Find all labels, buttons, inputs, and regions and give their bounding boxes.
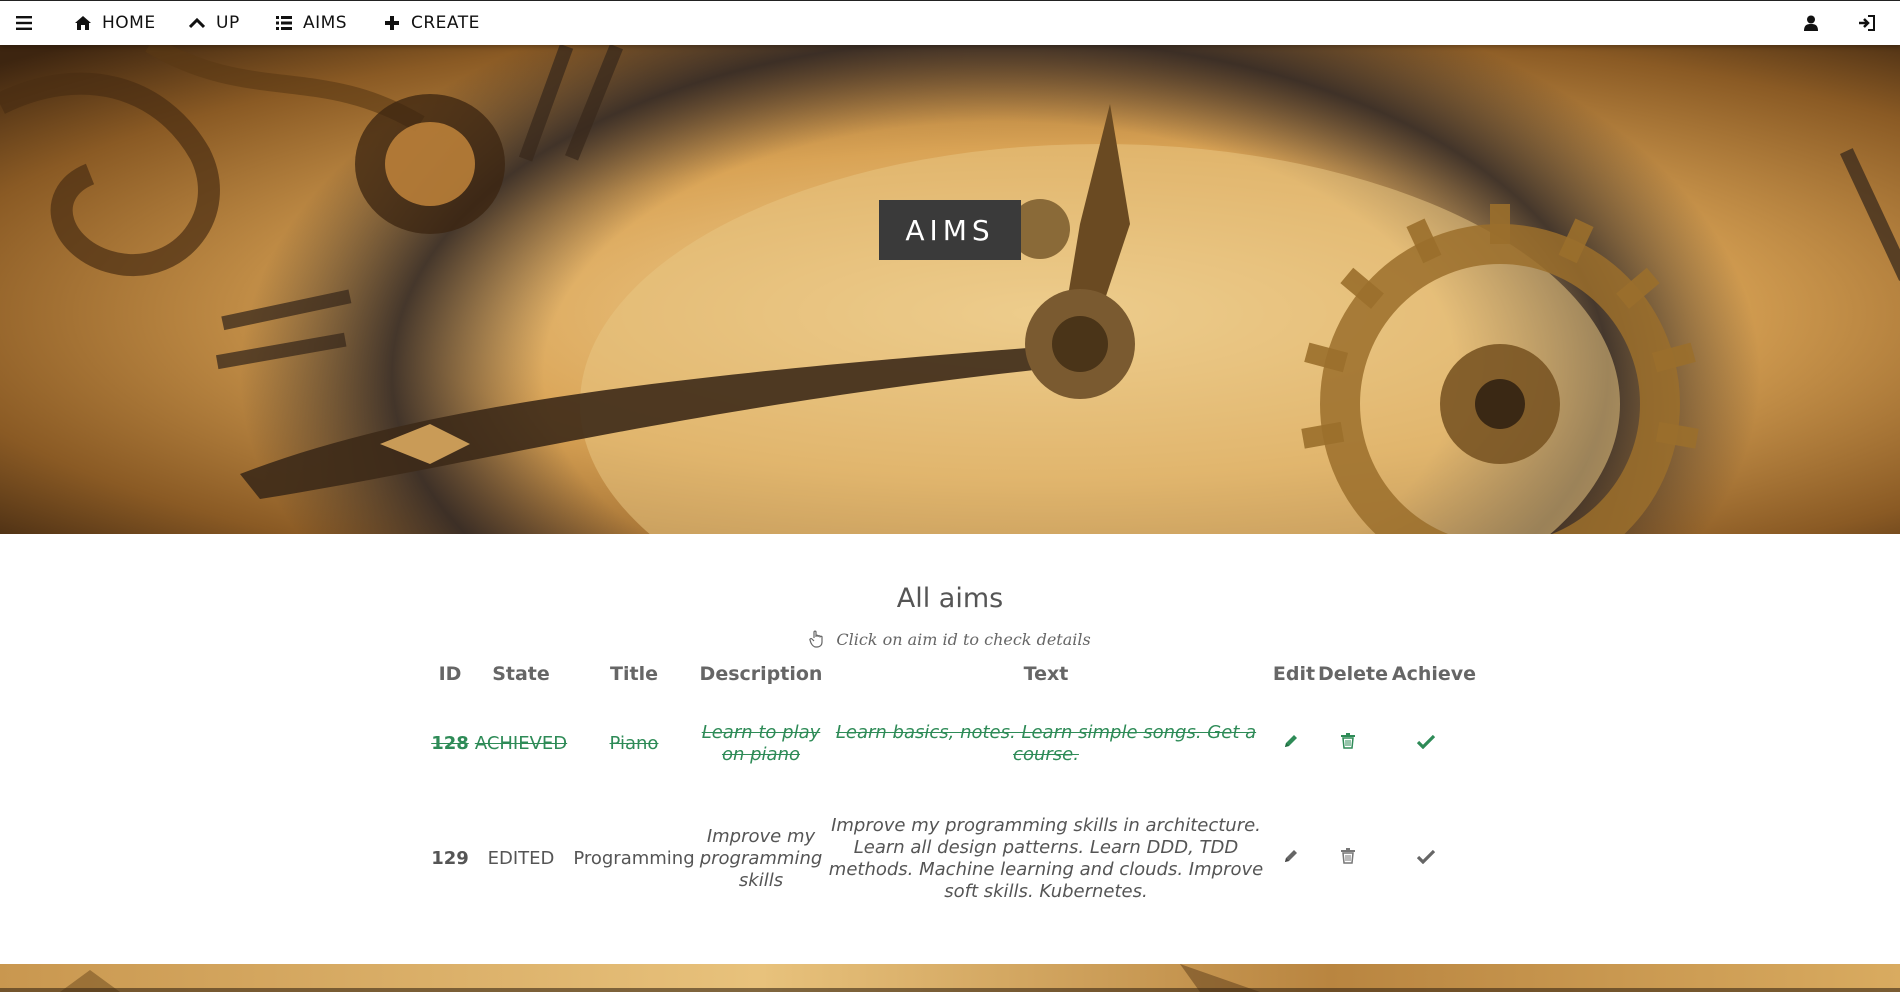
list-icon (275, 14, 293, 32)
text-line: soft skills. Kubernetes. (944, 881, 1148, 902)
trash-icon (1341, 733, 1355, 755)
description-line: on piano (721, 744, 801, 765)
delete-button[interactable] (1337, 732, 1359, 756)
page-heading: All aims (896, 583, 1004, 614)
text-line: Learn all design patterns. Learn DDD, TD… (853, 837, 1239, 858)
description-line: Improve my (706, 826, 816, 847)
nav-aims-label: AIMS (303, 13, 348, 33)
aim-id-link[interactable]: 128 (427, 730, 473, 758)
check-icon (1416, 733, 1436, 755)
column-header-description: Description (699, 663, 823, 685)
hint-text: Click on aim id to check details (0, 630, 1900, 652)
nav-create-link[interactable]: CREATE (383, 1, 480, 45)
column-header-text: Text (1023, 663, 1069, 685)
trash-icon (1341, 848, 1355, 870)
description-line: Learn to play (701, 722, 821, 743)
hint-label: Click on aim id to check details (836, 630, 1091, 649)
column-header-state: State (492, 663, 550, 685)
aim-state: EDITED (487, 848, 555, 869)
check-icon (1416, 848, 1436, 870)
column-header-achieve: Achieve (1391, 663, 1477, 685)
description-line: skills (738, 870, 784, 891)
clockwork-background-image (0, 44, 1900, 534)
text-line: Improve my programming skills in archite… (831, 815, 1261, 836)
pencil-icon (1283, 733, 1299, 755)
nav-up-link[interactable]: UP (188, 1, 240, 45)
text-line: methods. Machine learning and clouds. Im… (828, 859, 1264, 880)
edit-button[interactable] (1280, 847, 1302, 871)
user-icon (1804, 15, 1818, 31)
top-navbar: HOME UP AIMS CREATE (0, 0, 1900, 45)
aim-title: Piano (609, 733, 659, 754)
hero-banner: AIMS (0, 44, 1900, 534)
edit-button[interactable] (1280, 732, 1302, 756)
achieve-button[interactable] (1414, 732, 1438, 756)
aim-text: Learn basics, notes. Learn simple songs.… (823, 722, 1269, 766)
user-profile-button[interactable] (1804, 1, 1818, 45)
text-line: Learn basics, notes. Learn simple songs.… (835, 722, 1257, 743)
aim-description: Learn to play on piano (699, 722, 823, 766)
nav-aims-link[interactable]: AIMS (275, 1, 347, 45)
nav-up-label: UP (216, 13, 240, 33)
aim-text: Improve my programming skills in archite… (823, 814, 1269, 904)
aim-title: Programming (573, 848, 695, 869)
delete-button[interactable] (1337, 847, 1359, 871)
column-header-id: ID (438, 663, 462, 685)
aim-id-link[interactable]: 129 (427, 845, 473, 873)
description-line: programming (699, 848, 823, 869)
menu-toggle-button[interactable] (16, 1, 32, 45)
hero-title: AIMS (879, 200, 1021, 260)
aim-description: Improve my programming skills (699, 825, 823, 893)
plus-icon (383, 14, 401, 32)
text-line: course. (1013, 744, 1079, 765)
column-header-title: Title (610, 663, 658, 685)
chevron-up-icon (188, 14, 206, 32)
footer-image-strip (0, 964, 1900, 992)
pencil-icon (1283, 848, 1299, 870)
sign-in-icon (1858, 15, 1876, 31)
nav-home-label: HOME (102, 13, 156, 33)
sign-in-button[interactable] (1858, 1, 1876, 45)
hand-pointer-icon (809, 630, 825, 652)
achieve-button[interactable] (1414, 847, 1438, 871)
home-icon (74, 14, 92, 32)
menu-icon (16, 16, 32, 30)
column-header-delete: Delete (1317, 663, 1389, 685)
aim-state: ACHIEVED (474, 733, 568, 754)
column-header-edit: Edit (1272, 663, 1316, 685)
nav-create-label: CREATE (411, 13, 480, 33)
nav-home-link[interactable]: HOME (74, 1, 156, 45)
